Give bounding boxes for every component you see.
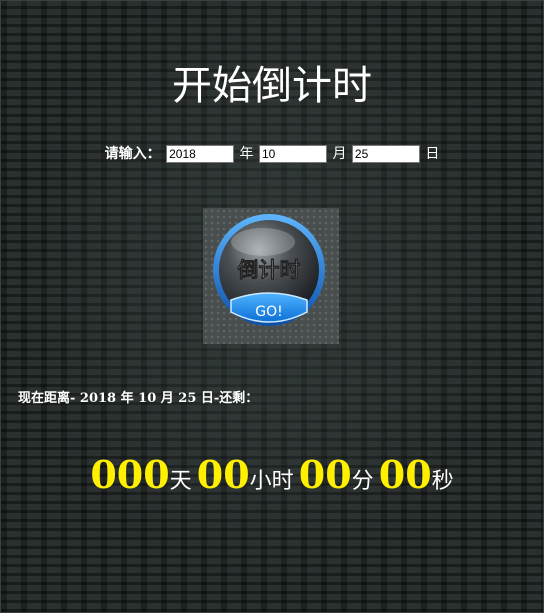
- day-unit-label: 日: [425, 146, 440, 162]
- date-input-row: 请输入： 年 月 日: [0, 144, 544, 164]
- hours-value: 00: [196, 452, 250, 497]
- seconds-unit: 秒: [431, 469, 454, 494]
- go-button-label-bottom: GO!: [255, 304, 282, 320]
- year-unit-label: 年: [239, 146, 254, 162]
- hours-unit: 小时: [249, 469, 294, 494]
- month-unit-label: 月: [332, 146, 347, 162]
- days-unit: 天: [169, 469, 192, 494]
- seconds-value: 00: [378, 452, 432, 497]
- minutes-value: 00: [298, 452, 352, 497]
- days-value: 000: [90, 452, 170, 497]
- minutes-unit: 分: [351, 469, 374, 494]
- go-button-label-top: 倒计时: [237, 258, 301, 282]
- day-input[interactable]: [351, 145, 420, 163]
- page-title: 开始倒计时: [172, 63, 372, 109]
- countdown-display: 000天 00小时 00分 00秒: [0, 452, 544, 497]
- month-input[interactable]: [259, 145, 327, 163]
- remaining-status-text: 现在距离- 2018 年 10 月 25 日-还剩：: [18, 391, 259, 406]
- go-countdown-button[interactable]: 倒计时 GO!: [203, 208, 339, 344]
- input-prompt-label: 请输入：: [104, 146, 161, 162]
- countdown-go-icon: 倒计时 GO!: [203, 208, 339, 344]
- year-input[interactable]: [166, 145, 235, 163]
